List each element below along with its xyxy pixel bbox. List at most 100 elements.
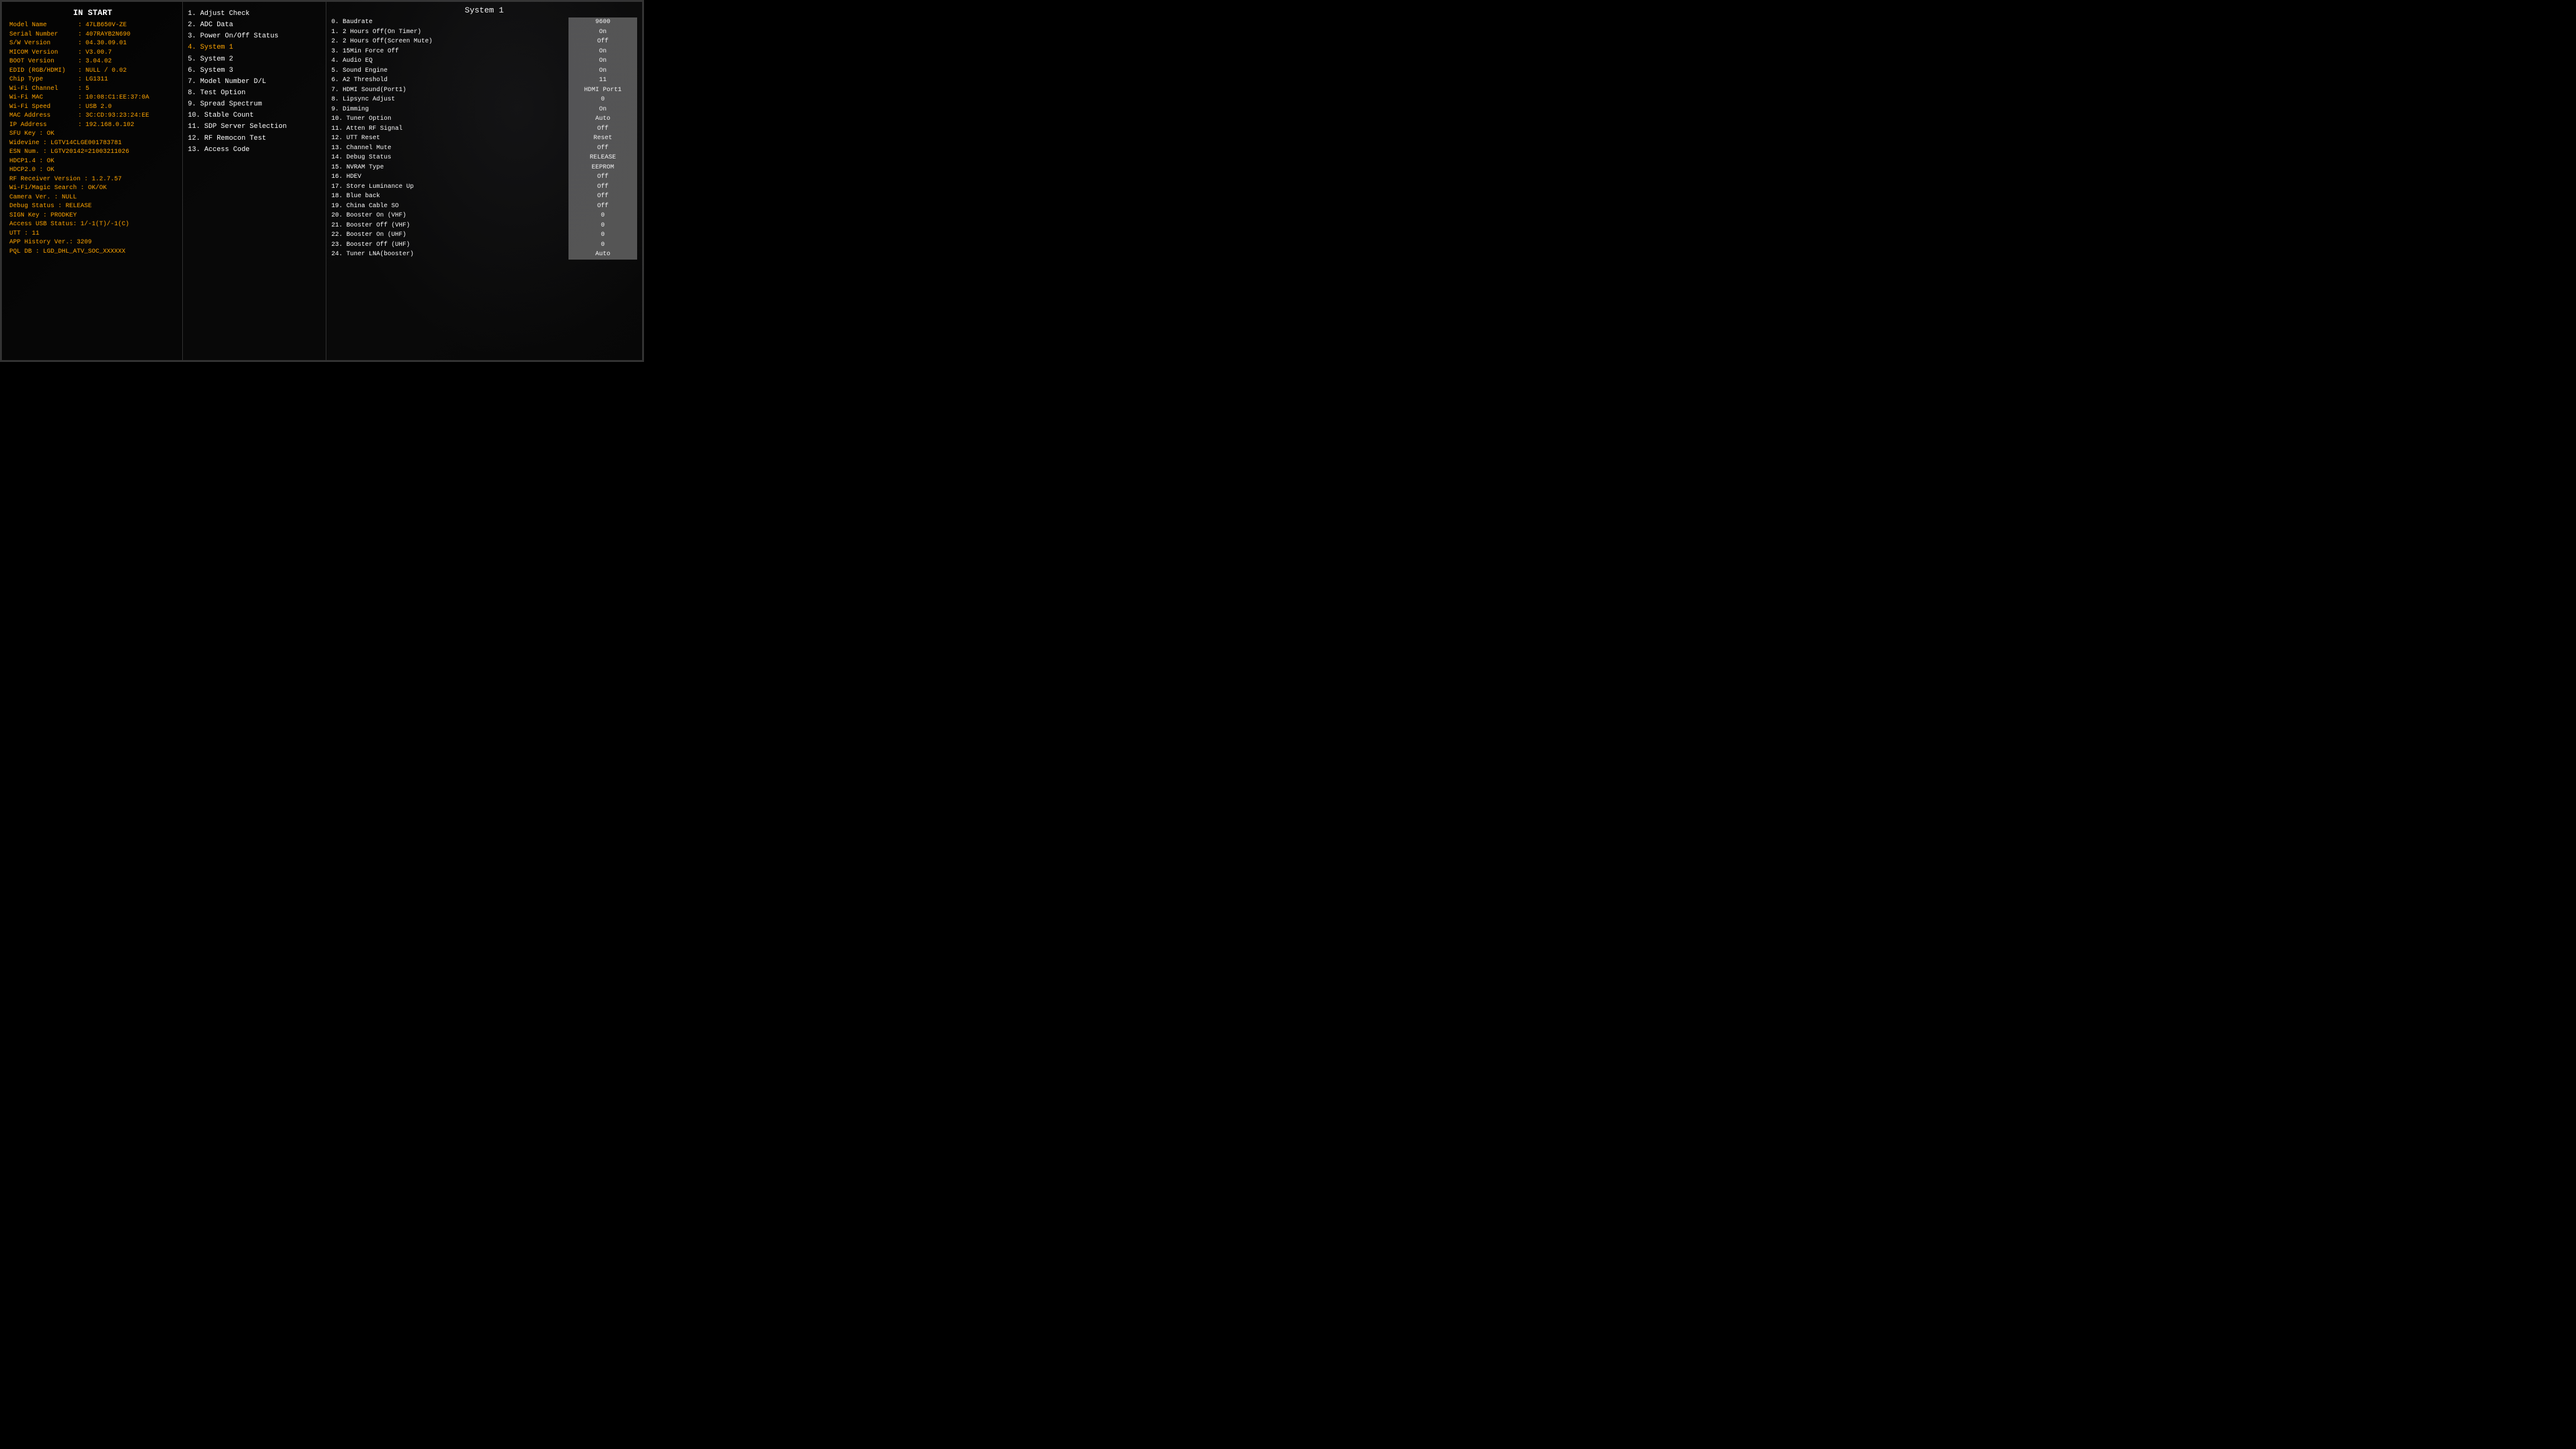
left-panel-title: IN START bbox=[9, 8, 176, 17]
left-info-row: Wi-Fi MAC: 10:08:C1:EE:37:0A bbox=[9, 94, 176, 103]
sys-row[interactable]: 4. Audio EQOn bbox=[331, 56, 637, 66]
sys-label: 2. 2 Hours Off(Screen Mute) bbox=[331, 37, 568, 47]
left-plain-row: SFU Key : OK bbox=[9, 130, 176, 139]
info-label: Model Name bbox=[9, 21, 78, 31]
menu-item[interactable]: 10. Stable Count bbox=[188, 110, 321, 121]
right-sys-rows: 0. Baudrate96001. 2 Hours Off(On Timer)O… bbox=[331, 17, 637, 260]
sys-label: 12. UTT Reset bbox=[331, 134, 568, 144]
menu-item[interactable]: 12. RF Remocon Test bbox=[188, 133, 321, 144]
sys-value: Off bbox=[568, 172, 637, 182]
sys-value: On bbox=[568, 105, 637, 115]
mid-panel: 1. Adjust Check2. ADC Data3. Power On/Of… bbox=[183, 2, 326, 360]
left-info-row: S/W Version: 04.30.09.01 bbox=[9, 39, 176, 49]
info-label: S/W Version bbox=[9, 39, 78, 49]
menu-item[interactable]: 13. Access Code bbox=[188, 144, 321, 155]
sys-row[interactable]: 6. A2 Threshold11 bbox=[331, 76, 637, 85]
info-value: : 5 bbox=[78, 85, 89, 94]
menu-item[interactable]: 8. Test Option bbox=[188, 87, 321, 99]
sys-row[interactable]: 18. Blue backOff bbox=[331, 192, 637, 202]
sys-value: 0 bbox=[568, 240, 637, 250]
left-plain-row: PQL DB : LGD_DHL_ATV_SOC_XXXXXX bbox=[9, 248, 176, 257]
sys-value: 0 bbox=[568, 230, 637, 240]
sys-value: Off bbox=[568, 202, 637, 212]
sys-label: 20. Booster On (VHF) bbox=[331, 211, 568, 221]
left-plain-row: Wi-Fi/Magic Search : OK/OK bbox=[9, 184, 176, 193]
sys-row[interactable]: 20. Booster On (VHF)0 bbox=[331, 211, 637, 221]
left-plain-row: Access USB Status: 1/-1(T)/-1(C) bbox=[9, 220, 176, 230]
sys-row[interactable]: 15. NVRAM TypeEEPROM bbox=[331, 163, 637, 173]
left-info-rows: Model Name: 47LB650V-ZESerial Number: 40… bbox=[9, 21, 176, 130]
menu-item[interactable]: 4. System 1 bbox=[188, 42, 321, 53]
sys-row[interactable]: 2. 2 Hours Off(Screen Mute)Off bbox=[331, 37, 637, 47]
info-value: : USB 2.0 bbox=[78, 103, 112, 112]
sys-row[interactable]: 14. Debug StatusRELEASE bbox=[331, 153, 637, 163]
mid-menu-items: 1. Adjust Check2. ADC Data3. Power On/Of… bbox=[188, 8, 321, 155]
sys-value: Reset bbox=[568, 134, 637, 144]
sys-row[interactable]: 16. HDEVOff bbox=[331, 172, 637, 182]
left-plain-row: HDCP2.0 : OK bbox=[9, 166, 176, 175]
menu-item[interactable]: 7. Model Number D/L bbox=[188, 76, 321, 87]
sys-label: 23. Booster Off (UHF) bbox=[331, 240, 568, 250]
info-label: BOOT Version bbox=[9, 57, 78, 67]
sys-row[interactable]: 21. Booster Off (VHF)0 bbox=[331, 221, 637, 231]
sys-label: 14. Debug Status bbox=[331, 153, 568, 163]
main-screen: IN START Model Name: 47LB650V-ZESerial N… bbox=[0, 0, 644, 362]
sys-label: 21. Booster Off (VHF) bbox=[331, 221, 568, 231]
left-info-row: MICOM Version: V3.00.7 bbox=[9, 49, 176, 58]
left-info-row: BOOT Version: 3.04.02 bbox=[9, 57, 176, 67]
info-label: Wi-Fi MAC bbox=[9, 94, 78, 103]
info-value: : V3.00.7 bbox=[78, 49, 112, 58]
sys-label: 8. Lipsync Adjust bbox=[331, 95, 568, 105]
sys-label: 7. HDMI Sound(Port1) bbox=[331, 85, 568, 95]
sys-label: 0. Baudrate bbox=[331, 17, 568, 27]
info-value: : LG1311 bbox=[78, 76, 108, 85]
sys-value: 11 bbox=[568, 76, 637, 85]
sys-row[interactable]: 24. Tuner LNA(booster)Auto bbox=[331, 250, 637, 260]
sys-row[interactable]: 5. Sound EngineOn bbox=[331, 66, 637, 76]
sys-value: Off bbox=[568, 192, 637, 202]
left-info-row: IP Address: 192.168.0.102 bbox=[9, 121, 176, 130]
menu-item[interactable]: 11. SDP Server Selection bbox=[188, 121, 321, 132]
sys-row[interactable]: 8. Lipsync Adjust0 bbox=[331, 95, 637, 105]
sys-value: 9600 bbox=[568, 17, 637, 27]
left-plain-row: HDCP1.4 : OK bbox=[9, 157, 176, 167]
left-info-row: Wi-Fi Channel: 5 bbox=[9, 85, 176, 94]
left-plain-row: SIGN Key : PRODKEY bbox=[9, 212, 176, 221]
left-plain-row: RF Receiver Version : 1.2.7.57 bbox=[9, 175, 176, 185]
info-value: : 04.30.09.01 bbox=[78, 39, 127, 49]
sys-label: 5. Sound Engine bbox=[331, 66, 568, 76]
sys-row[interactable]: 0. Baudrate9600 bbox=[331, 17, 637, 27]
sys-row[interactable]: 12. UTT ResetReset bbox=[331, 134, 637, 144]
sys-row[interactable]: 9. DimmingOn bbox=[331, 105, 637, 115]
sys-label: 19. China Cable SO bbox=[331, 202, 568, 212]
menu-item[interactable]: 3. Power On/Off Status bbox=[188, 31, 321, 42]
sys-row[interactable]: 23. Booster Off (UHF)0 bbox=[331, 240, 637, 250]
right-panel: System 1 0. Baudrate96001. 2 Hours Off(O… bbox=[326, 2, 642, 360]
info-value: : 10:08:C1:EE:37:0A bbox=[78, 94, 149, 103]
menu-item[interactable]: 1. Adjust Check bbox=[188, 8, 321, 19]
sys-label: 6. A2 Threshold bbox=[331, 76, 568, 85]
menu-item[interactable]: 2. ADC Data bbox=[188, 19, 321, 31]
sys-value: 0 bbox=[568, 221, 637, 231]
info-label: Wi-Fi Channel bbox=[9, 85, 78, 94]
sys-row[interactable]: 13. Channel MuteOff bbox=[331, 144, 637, 154]
sys-label: 4. Audio EQ bbox=[331, 56, 568, 66]
sys-row[interactable]: 10. Tuner OptionAuto bbox=[331, 114, 637, 124]
sys-label: 9. Dimming bbox=[331, 105, 568, 115]
left-info-row: Model Name: 47LB650V-ZE bbox=[9, 21, 176, 31]
sys-label: 1. 2 Hours Off(On Timer) bbox=[331, 27, 568, 37]
sys-row[interactable]: 19. China Cable SOOff bbox=[331, 202, 637, 212]
sys-row[interactable]: 1. 2 Hours Off(On Timer)On bbox=[331, 27, 637, 37]
sys-row[interactable]: 7. HDMI Sound(Port1)HDMI Port1 bbox=[331, 85, 637, 95]
sys-row[interactable]: 11. Atten RF SignalOff bbox=[331, 124, 637, 134]
sys-row[interactable]: 17. Store Luminance UpOff bbox=[331, 182, 637, 192]
info-value: : NULL / 0.02 bbox=[78, 67, 127, 76]
sys-value: Off bbox=[568, 144, 637, 154]
sys-row[interactable]: 3. 15Min Force OffOn bbox=[331, 47, 637, 57]
sys-label: 24. Tuner LNA(booster) bbox=[331, 250, 568, 260]
menu-item[interactable]: 5. System 2 bbox=[188, 54, 321, 65]
menu-item[interactable]: 6. System 3 bbox=[188, 65, 321, 76]
sys-value: On bbox=[568, 27, 637, 37]
menu-item[interactable]: 9. Spread Spectrum bbox=[188, 99, 321, 110]
sys-row[interactable]: 22. Booster On (UHF)0 bbox=[331, 230, 637, 240]
